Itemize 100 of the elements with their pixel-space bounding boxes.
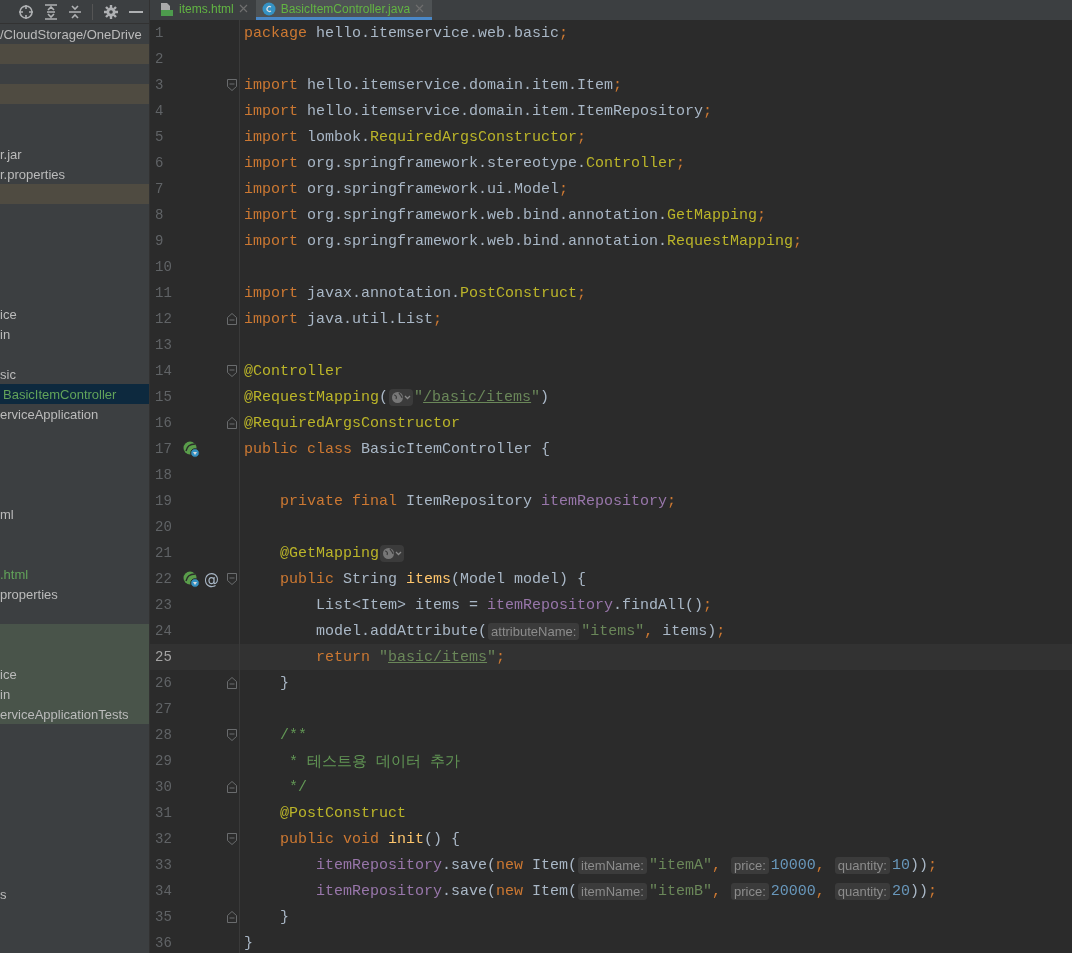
fold-icon[interactable] xyxy=(227,833,237,845)
collapse-all-icon[interactable] xyxy=(68,3,82,20)
settings-icon[interactable] xyxy=(103,3,119,20)
close-icon[interactable] xyxy=(238,4,248,13)
code-text: */ xyxy=(288,778,307,796)
code-text: "items", items); xyxy=(581,622,726,640)
line-number: 30 xyxy=(154,779,173,795)
code-text: model.addAttribute( xyxy=(315,622,488,640)
file-name[interactable]: s xyxy=(0,886,7,902)
highlighted-tree-row[interactable]: erviceApplicationTests xyxy=(0,704,149,724)
globe-icon[interactable] xyxy=(380,544,405,562)
file-name[interactable]: BasicItemController xyxy=(0,386,117,402)
line-number: 23 xyxy=(154,597,173,613)
parameter-hint: quantity: xyxy=(834,882,890,900)
line-number: 24 xyxy=(154,623,173,639)
file-name[interactable]: erviceApplicationTests xyxy=(0,706,129,722)
tab-label: BasicItemController.java xyxy=(280,1,411,16)
code-text: import hello.itemservice.domain.item.ItemRepository; xyxy=(244,102,713,120)
line-number: 1 xyxy=(154,25,165,41)
file-name[interactable]: r.properties xyxy=(0,166,66,182)
fold-icon[interactable] xyxy=(227,417,237,429)
line-number: 14 xyxy=(154,363,173,379)
code-text: List<Item> items = itemRepository.findAll(); xyxy=(315,596,713,614)
bean-icon[interactable] xyxy=(183,440,200,458)
code-text: public String items(Model model) { xyxy=(279,570,587,588)
code-text: itemRepository.save(new Item( xyxy=(315,856,578,874)
highlighted-tree-row[interactable]: in xyxy=(0,684,149,704)
project-path: /CloudStorage/OneDrive xyxy=(0,26,142,42)
editor-tab[interactable]: BasicItemController.java xyxy=(255,0,433,20)
fold-icon[interactable] xyxy=(227,781,237,793)
code-text: 20000, xyxy=(770,882,826,900)
code-text: @PostConstruct xyxy=(279,804,407,822)
line-number: 16 xyxy=(154,415,173,431)
editor-tab[interactable]: items.html xyxy=(154,0,256,20)
code-text: } xyxy=(244,934,253,952)
code-text: import org.springframework.ui.Model; xyxy=(244,180,569,198)
file-name[interactable]: ml xyxy=(0,506,14,522)
line-number: 18 xyxy=(154,467,173,483)
fold-icon[interactable] xyxy=(227,573,237,585)
code-text: 10000, xyxy=(770,856,826,874)
fold-icon[interactable] xyxy=(227,911,237,923)
locate-icon[interactable] xyxy=(18,3,34,20)
fold-icon[interactable] xyxy=(227,677,237,689)
html-file-icon xyxy=(160,1,174,16)
code-text: import org.springframework.web.bind.annotation.RequestMapping; xyxy=(244,232,803,250)
code-text: "itemB", xyxy=(648,882,722,900)
line-number: 19 xyxy=(154,493,173,509)
line-number: 17 xyxy=(154,441,173,457)
code-text: import javax.annotation.PostConstruct; xyxy=(244,284,587,302)
tab-label: items.html xyxy=(179,1,234,16)
line-number: 29 xyxy=(154,753,173,769)
line-number: 27 xyxy=(154,701,173,717)
fold-icon[interactable] xyxy=(227,729,237,741)
file-name[interactable]: r.jar xyxy=(0,146,22,162)
file-name[interactable]: properties xyxy=(0,586,58,602)
file-name[interactable]: .html xyxy=(0,566,29,582)
line-number: 28 xyxy=(154,727,173,743)
code-text: * 테스트용 데이터 추가 xyxy=(288,752,460,771)
line-number: 20 xyxy=(154,519,173,535)
code-text: @GetMapping xyxy=(279,544,380,562)
fold-icon[interactable] xyxy=(227,313,237,325)
fold-icon[interactable] xyxy=(227,365,237,377)
line-number: 9 xyxy=(154,233,165,249)
line-number: 35 xyxy=(154,909,173,925)
file-name[interactable]: ice xyxy=(0,306,17,322)
code-text: @RequiredArgsConstructor xyxy=(244,414,461,432)
file-name[interactable]: erviceApplication xyxy=(0,406,99,422)
highlighted-tree-row[interactable]: ice xyxy=(0,664,149,684)
file-name[interactable]: sic xyxy=(0,366,16,382)
expand-all-icon[interactable] xyxy=(44,3,58,20)
code-text: import lombok.RequiredArgsConstructor; xyxy=(244,128,587,146)
code-text: } xyxy=(279,674,289,692)
fold-icon[interactable] xyxy=(227,79,237,91)
line-number: 31 xyxy=(154,805,173,821)
code-text: "/basic/items") xyxy=(414,388,550,406)
bean-icon[interactable] xyxy=(183,570,200,588)
line-number: 34 xyxy=(154,883,173,899)
code-text: import java.util.List; xyxy=(244,310,443,328)
line-number: 5 xyxy=(154,129,165,145)
code-text: 20)); xyxy=(891,882,937,900)
globe-icon[interactable] xyxy=(389,388,414,406)
code-text: public class BasicItemController { xyxy=(244,440,551,458)
close-icon[interactable] xyxy=(415,4,425,13)
line-number: 7 xyxy=(154,181,165,197)
file-name[interactable]: in xyxy=(0,326,11,342)
file-name[interactable]: ice xyxy=(0,666,17,682)
selected-tree-row[interactable]: BasicItemController xyxy=(0,384,149,404)
line-number: 15 xyxy=(154,389,173,405)
code-text: /** xyxy=(279,726,307,744)
code-text: @Controller xyxy=(244,362,344,380)
line-number: 8 xyxy=(154,207,165,223)
parameter-hint: attributeName: xyxy=(488,622,580,640)
line-number: 2 xyxy=(154,51,165,67)
annotation-marker[interactable]: @ xyxy=(204,570,219,588)
code-text: package hello.itemservice.web.basic; xyxy=(244,24,569,42)
line-number: 33 xyxy=(154,857,173,873)
class-icon xyxy=(261,1,276,16)
file-name[interactable]: in xyxy=(0,686,11,702)
parameter-hint: price: xyxy=(731,856,769,874)
code-text: import hello.itemservice.domain.item.Item; xyxy=(244,76,623,94)
